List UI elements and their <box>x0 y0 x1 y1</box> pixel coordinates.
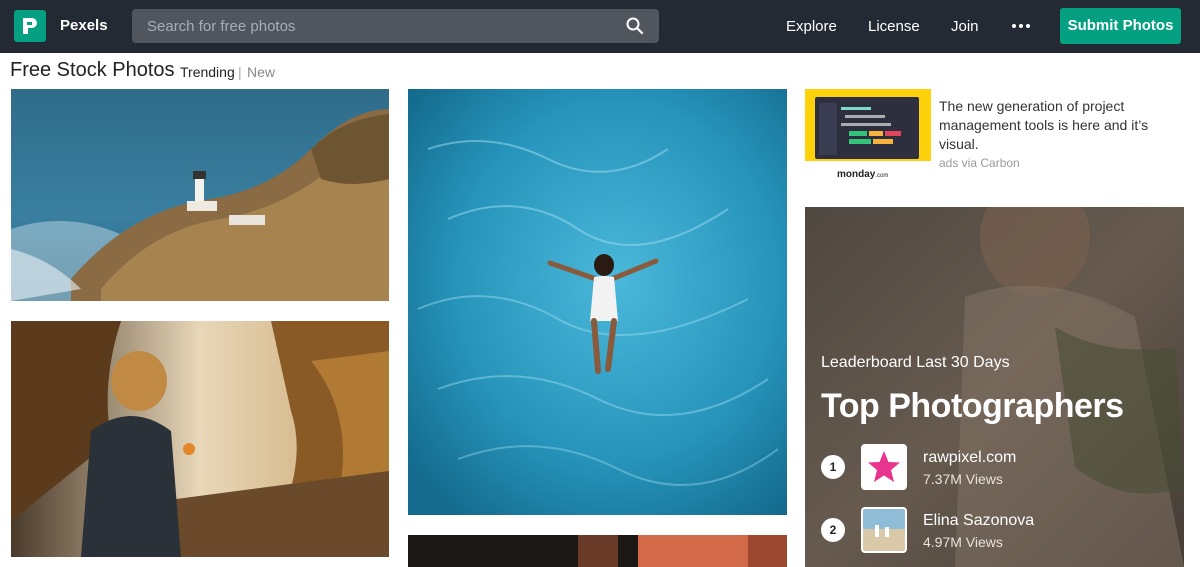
top-navigation-bar: Pexels Explore License Join Submit Photo… <box>0 0 1200 53</box>
nav-join-link[interactable]: Join <box>951 18 979 35</box>
ellipsis-icon[interactable] <box>1010 17 1032 35</box>
ad-image[interactable]: monday.com <box>805 89 931 185</box>
page-title: Free Stock Photos <box>10 59 175 81</box>
woman-in-autumn-photo[interactable] <box>11 321 389 557</box>
search-input[interactable] <box>132 9 612 43</box>
brand-name[interactable]: Pexels <box>60 17 108 34</box>
nav-license-link[interactable]: License <box>868 18 920 35</box>
photographer-views: 4.97M Views <box>923 534 1003 550</box>
filter-separator: | <box>238 64 242 80</box>
lighthouse-coast-photo[interactable] <box>11 89 389 301</box>
photographer-views: 7.37M Views <box>923 471 1003 487</box>
monday-logo-suffix: .com <box>875 173 889 179</box>
beach-photo-avatar[interactable] <box>861 507 907 553</box>
leaderboard-title: Top Photographers <box>821 387 1124 425</box>
leaderboard-card[interactable]: Leaderboard Last 30 Days Top Photographe… <box>805 207 1184 567</box>
rank-badge: 2 <box>821 518 845 542</box>
nav-explore-link[interactable]: Explore <box>786 18 837 35</box>
search-icon[interactable] <box>626 17 644 35</box>
leaderboard-subtitle: Leaderboard Last 30 Days <box>821 354 1010 371</box>
pink-star-icon[interactable] <box>861 444 907 490</box>
rank-badge: 1 <box>821 455 845 479</box>
monday-logo: monday.com <box>837 169 888 180</box>
submit-photos-button[interactable]: Submit Photos <box>1060 8 1181 44</box>
filter-trending-tab[interactable]: Trending <box>180 64 235 80</box>
pexels-logo-icon[interactable] <box>14 10 46 42</box>
filter-new-tab[interactable]: New <box>247 64 275 80</box>
photographer-name[interactable]: Elina Sazonova <box>923 512 1034 530</box>
monday-logo-text: monday <box>837 169 876 180</box>
ad-text[interactable]: The new generation of project management… <box>939 97 1179 154</box>
dark-orange-photo[interactable] <box>408 535 787 567</box>
photographer-name[interactable]: rawpixel.com <box>923 449 1016 467</box>
ad-via-carbon[interactable]: ads via Carbon <box>939 156 1020 170</box>
search-box[interactable] <box>132 9 659 43</box>
swimmer-in-pool-photo[interactable] <box>408 89 787 515</box>
